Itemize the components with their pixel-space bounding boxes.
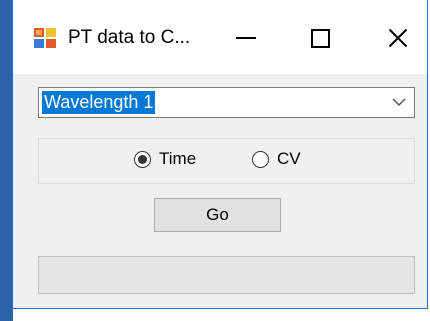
go-button[interactable]: Go: [154, 198, 281, 232]
wavelength-combobox[interactable]: Wavelength 1: [38, 87, 415, 118]
radio-cv-indicator[interactable]: [252, 150, 269, 168]
app-window: PT data to C... Wavelength 1 Time CV Go: [12, 0, 428, 309]
radio-time-indicator[interactable]: [134, 150, 151, 168]
close-button[interactable]: [375, 18, 421, 58]
combobox-selected-value: Wavelength 1: [42, 91, 156, 114]
app-icon: [34, 28, 56, 48]
window-title: PT data to C...: [68, 27, 191, 48]
progress-bar: [38, 256, 415, 294]
maximize-icon: [310, 28, 330, 48]
radio-cv[interactable]: CV: [252, 149, 301, 169]
mode-group: Time CV: [38, 138, 415, 184]
minimize-icon: [236, 37, 256, 39]
radio-time[interactable]: Time: [134, 149, 196, 169]
title-bar[interactable]: PT data to C...: [13, 0, 427, 74]
close-icon: [388, 28, 408, 48]
maximize-button[interactable]: [297, 18, 343, 58]
radio-time-label[interactable]: Time: [159, 149, 196, 169]
minimize-button[interactable]: [223, 18, 269, 58]
chevron-down-icon[interactable]: [392, 98, 406, 107]
radio-cv-label[interactable]: CV: [277, 149, 301, 169]
